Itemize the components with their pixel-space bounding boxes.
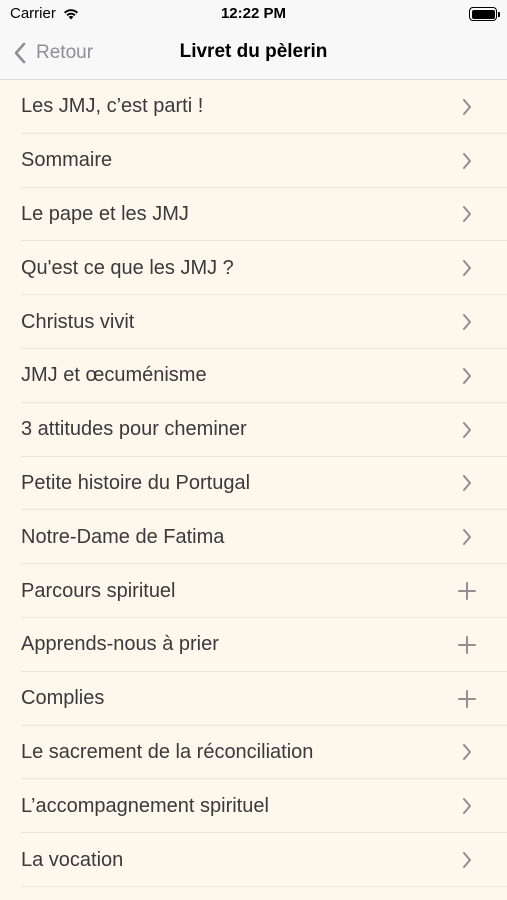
list-item[interactable]: Parcours spirituel	[0, 564, 507, 618]
chevron-right-icon	[457, 312, 477, 332]
list-item[interactable]: Qu'est ce que les JMJ ?	[0, 241, 507, 295]
list-item-label: Le sacrement de la réconciliation	[21, 740, 314, 763]
list-item-label: La vocation	[21, 848, 124, 871]
plus-icon	[457, 581, 477, 601]
list-item[interactable]: L’accompagnement spirituel	[0, 779, 507, 833]
list-item-label: 3 attitudes pour cheminer	[21, 418, 247, 441]
list-item-label: Les JMJ, c’est parti !	[21, 95, 204, 118]
status-time: 12:22 PM	[220, 5, 287, 22]
list-item[interactable]: La vocation	[0, 833, 507, 887]
chevron-right-icon	[457, 473, 477, 493]
list-item[interactable]: Petite histoire du Portugal	[0, 457, 507, 511]
plus-icon	[457, 635, 477, 655]
list-item[interactable]: 3 attitudes pour cheminer	[0, 403, 507, 457]
list-item[interactable]: Notre-Dame de Fatima	[0, 510, 507, 564]
list-item-label: Le pape et les JMJ	[21, 202, 189, 225]
list-item[interactable]: Le pape et les JMJ	[0, 188, 507, 242]
list-item[interactable]: Complies	[0, 672, 507, 726]
chevron-right-icon	[457, 527, 477, 547]
list-item[interactable]: JMJ et œcuménisme	[0, 349, 507, 403]
list-item[interactable]: Sommaire	[0, 134, 507, 188]
chevron-right-icon	[457, 151, 477, 171]
list-item-label: Notre-Dame de Fatima	[21, 525, 225, 548]
list-item-label: JMJ et œcuménisme	[21, 364, 207, 387]
list-item-label: Apprends-nous à prier	[21, 633, 219, 656]
list-item-label: Qu'est ce que les JMJ ?	[21, 256, 234, 279]
list-item-label: Sommaire	[21, 149, 113, 172]
plus-icon	[457, 689, 477, 709]
chevron-right-icon	[457, 742, 477, 762]
list-item-label: Complies	[21, 687, 105, 710]
list-item-label: Parcours spirituel	[21, 579, 176, 602]
menu-list: Les JMJ, c’est parti ! Sommaire Le pape et…	[0, 80, 507, 887]
list-item-label: Christus vivit	[21, 310, 135, 333]
list-item[interactable]: Apprends-nous à prier	[0, 618, 507, 672]
chevron-right-icon	[457, 850, 477, 870]
list-item[interactable]: Les JMJ, c’est parti !	[0, 80, 507, 134]
navigation-bar: Retour Livret du pèlerin	[0, 28, 507, 80]
chevron-right-icon	[457, 204, 477, 224]
page-title: Livret du pèlerin	[179, 41, 328, 62]
chevron-right-icon	[457, 97, 477, 117]
chevron-right-icon	[457, 796, 477, 816]
battery-icon	[469, 7, 500, 21]
list-item[interactable]: Le sacrement de la réconciliation	[0, 726, 507, 780]
chevron-right-icon	[457, 366, 477, 386]
chevron-right-icon	[457, 258, 477, 278]
list-item-label: L’accompagnement spirituel	[21, 794, 269, 817]
chevron-right-icon	[457, 420, 477, 440]
list-item[interactable]: Christus vivit	[0, 295, 507, 349]
list-item-label: Petite histoire du Portugal	[21, 471, 251, 494]
status-bar: Carrier 12:22 PM	[0, 0, 507, 28]
